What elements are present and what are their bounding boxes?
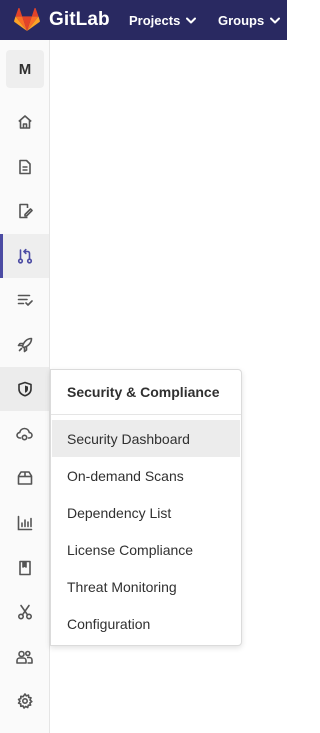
flyout-item-dependency-list[interactable]: Dependency List <box>52 494 240 531</box>
sidebar-item-members[interactable] <box>0 635 49 679</box>
project-sidebar: M <box>0 40 50 733</box>
flyout-item-on-demand-scans[interactable]: On-demand Scans <box>52 457 240 494</box>
project-avatar[interactable]: M <box>6 50 44 88</box>
sidebar-item-repository[interactable] <box>0 145 49 189</box>
book-icon <box>17 560 33 576</box>
groups-dropdown[interactable]: Groups <box>218 0 281 40</box>
chevron-down-icon <box>186 17 197 24</box>
shield-icon <box>17 381 33 397</box>
sidebar-item-merge-requests[interactable] <box>0 234 49 278</box>
top-navbar: GitLab Projects Groups <box>0 0 287 40</box>
flyout-item-security-dashboard[interactable]: Security Dashboard <box>52 420 240 457</box>
sidebar-item-snippets[interactable] <box>0 590 49 634</box>
security-compliance-flyout: Security & Compliance Security Dashboard… <box>50 369 242 646</box>
sidebar-item-project-overview[interactable] <box>0 100 49 144</box>
chevron-down-icon <box>270 17 281 24</box>
home-icon <box>17 114 33 130</box>
cloud-icon <box>16 426 33 442</box>
flyout-item-configuration[interactable]: Configuration <box>52 605 240 642</box>
sidebar-item-ci-cd[interactable] <box>0 323 49 367</box>
issues-icon <box>17 203 33 219</box>
package-icon <box>17 470 33 486</box>
sidebar-item-operations[interactable] <box>0 412 49 456</box>
analytics-icon <box>17 515 33 531</box>
sidebar-item-wiki[interactable] <box>0 546 49 590</box>
sidebar-item-settings[interactable] <box>0 679 49 723</box>
sidebar-item-analytics[interactable] <box>0 501 49 545</box>
sidebar-item-security-compliance[interactable] <box>0 367 49 411</box>
projects-dropdown[interactable]: Projects <box>129 0 197 40</box>
projects-label: Projects <box>129 12 181 28</box>
snippet-icon <box>17 604 33 620</box>
gear-icon <box>17 693 33 709</box>
rocket-icon <box>17 337 33 353</box>
brand-name: GitLab <box>49 9 110 30</box>
members-icon <box>16 649 33 665</box>
merge-request-icon <box>17 248 33 264</box>
gitlab-home-link[interactable]: GitLab <box>14 8 110 32</box>
groups-label: Groups <box>218 12 265 28</box>
requirements-icon <box>17 292 33 308</box>
sidebar-item-requirements[interactable] <box>0 278 49 322</box>
flyout-item-threat-monitoring[interactable]: Threat Monitoring <box>52 568 240 605</box>
file-icon <box>17 159 33 175</box>
gitlab-logo-icon <box>14 8 40 32</box>
flyout-item-license-compliance[interactable]: License Compliance <box>52 531 240 568</box>
sidebar-item-packages[interactable] <box>0 456 49 500</box>
flyout-title[interactable]: Security & Compliance <box>51 370 241 415</box>
sidebar-item-issues[interactable] <box>0 189 49 233</box>
